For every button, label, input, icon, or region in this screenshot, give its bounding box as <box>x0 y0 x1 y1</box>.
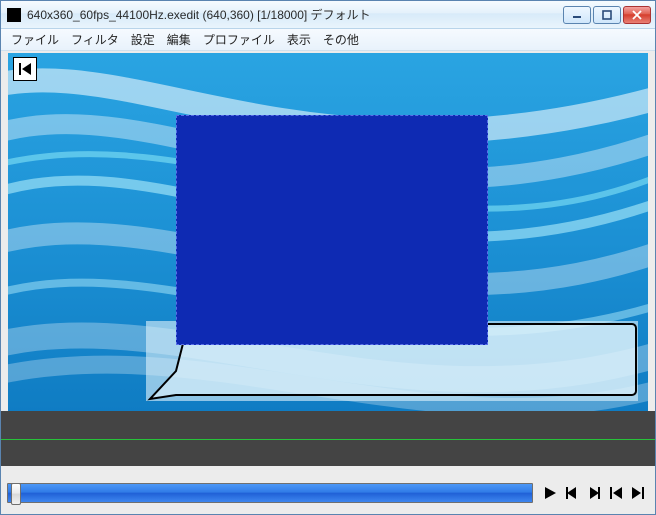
menu-profile[interactable]: プロファイル <box>203 31 275 48</box>
go-start-icon <box>17 61 33 77</box>
separator-strip <box>1 466 655 474</box>
title-bar: 640x360_60fps_44100Hz.exedit (640,360) [… <box>1 1 655 29</box>
seek-slider[interactable] <box>7 483 533 503</box>
step-forward-button[interactable] <box>583 482 605 504</box>
menu-view[interactable]: 表示 <box>287 31 311 48</box>
window-buttons <box>563 6 651 24</box>
client-area <box>1 51 655 514</box>
menu-edit[interactable]: 編集 <box>167 31 191 48</box>
app-window: 640x360_60fps_44100Hz.exedit (640,360) [… <box>0 0 656 515</box>
app-icon <box>7 8 21 22</box>
maximize-icon <box>601 10 613 20</box>
menu-other[interactable]: その他 <box>323 31 359 48</box>
minimize-button[interactable] <box>563 6 591 24</box>
step-forward-icon <box>586 485 602 501</box>
minimize-icon <box>571 10 583 20</box>
menu-file[interactable]: ファイル <box>11 31 59 48</box>
go-to-start-button[interactable] <box>13 57 37 81</box>
seek-thumb[interactable] <box>11 483 21 505</box>
play-button[interactable] <box>539 482 561 504</box>
preview-canvas[interactable] <box>8 53 648 413</box>
video-object-rect[interactable] <box>176 115 488 345</box>
waveform-strip[interactable] <box>1 411 655 466</box>
maximize-button[interactable] <box>593 6 621 24</box>
prev-keyframe-button[interactable] <box>605 482 627 504</box>
close-icon <box>631 10 643 20</box>
footer-pad <box>1 512 655 514</box>
next-keyframe-button[interactable] <box>627 482 649 504</box>
transport-bar <box>1 474 655 512</box>
menu-filter[interactable]: フィルタ <box>71 31 119 48</box>
menu-settings[interactable]: 設定 <box>131 31 155 48</box>
next-keyframe-icon <box>630 485 646 501</box>
transport-buttons <box>539 482 649 504</box>
waveform-midline <box>1 439 655 440</box>
step-back-button[interactable] <box>561 482 583 504</box>
window-title: 640x360_60fps_44100Hz.exedit (640,360) [… <box>27 6 563 23</box>
close-button[interactable] <box>623 6 651 24</box>
step-back-icon <box>564 485 580 501</box>
preview-area <box>1 51 655 411</box>
play-icon <box>542 485 558 501</box>
prev-keyframe-icon <box>608 485 624 501</box>
menu-bar: ファイル フィルタ 設定 編集 プロファイル 表示 その他 <box>1 29 655 51</box>
